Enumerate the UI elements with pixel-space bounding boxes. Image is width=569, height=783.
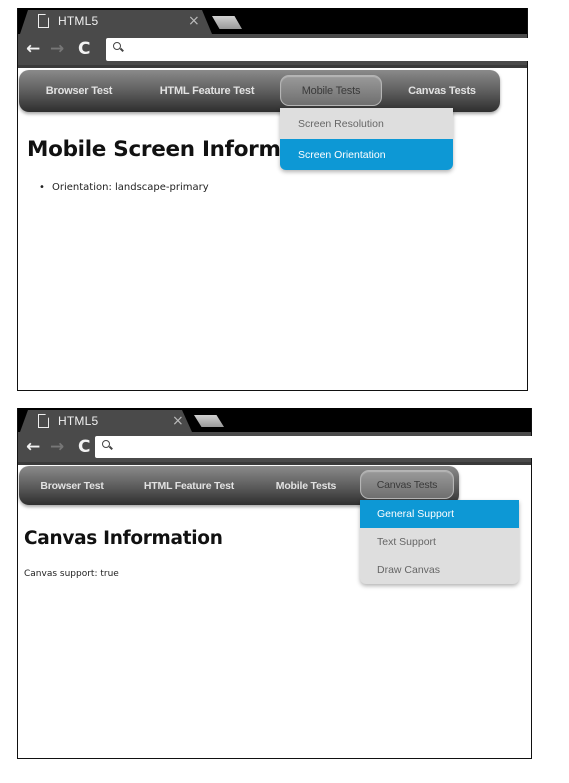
page-content: Browser Test HTML Feature Test Mobile Te… — [18, 465, 531, 758]
page-icon — [38, 14, 49, 28]
list-item: Orientation: landscape-primary — [39, 182, 209, 193]
forward-arrow-icon[interactable]: → — [50, 438, 64, 456]
tab-close-icon[interactable]: × — [172, 413, 184, 429]
nav-mobile-tests[interactable]: Mobile Tests — [261, 466, 351, 505]
tab-title: HTML5 — [58, 14, 99, 28]
browser-toolbar: ← → C — [18, 432, 532, 465]
dropdown-item-screen-resolution[interactable]: Screen Resolution — [280, 108, 453, 139]
browser-window-canvas-tests: HTML5 × ← → C Browser Test HTML Feature … — [17, 408, 532, 759]
site-navbar: Browser Test HTML Feature Test Mobile Te… — [19, 70, 500, 112]
back-arrow-icon[interactable]: ← — [26, 438, 40, 456]
browser-tab[interactable]: HTML5 × — [20, 410, 192, 432]
new-tab-button[interactable] — [194, 415, 224, 427]
canvas-support-text: Canvas support: true — [24, 569, 119, 579]
forward-arrow-icon[interactable]: → — [50, 40, 64, 58]
nav-html-feature-test[interactable]: HTML Feature Test — [147, 70, 267, 112]
tab-title: HTML5 — [58, 414, 99, 428]
browser-window-mobile-tests: HTML5 × ← → C Browser Test HTML Feature … — [17, 8, 528, 391]
address-bar[interactable] — [95, 436, 532, 458]
page-content: Browser Test HTML Feature Test Mobile Te… — [18, 68, 527, 390]
info-list: Orientation: landscape-primary — [39, 182, 209, 193]
browser-tab[interactable]: HTML5 × — [20, 10, 212, 34]
canvas-tests-dropdown: General Support Text Support Draw Canvas — [360, 500, 519, 584]
back-arrow-icon[interactable]: ← — [26, 40, 40, 58]
nav-html-feature-test[interactable]: HTML Feature Test — [134, 466, 244, 505]
dropdown-item-screen-orientation[interactable]: Screen Orientation — [280, 139, 453, 170]
mobile-tests-dropdown: Screen Resolution Screen Orientation — [280, 108, 453, 170]
nav-canvas-tests[interactable]: Canvas Tests — [394, 70, 490, 112]
page-icon — [38, 414, 49, 428]
dropdown-item-draw-canvas[interactable]: Draw Canvas — [360, 556, 519, 584]
nav-browser-test[interactable]: Browser Test — [27, 466, 117, 505]
tab-strip: HTML5 × — [18, 8, 527, 34]
dropdown-item-text-support[interactable]: Text Support — [360, 528, 519, 556]
address-bar[interactable] — [106, 38, 528, 61]
nav-canvas-tests[interactable]: Canvas Tests — [360, 470, 454, 499]
browser-toolbar: ← → C — [18, 34, 528, 68]
dropdown-item-general-support[interactable]: General Support — [360, 500, 519, 528]
new-tab-button[interactable] — [212, 16, 242, 29]
tab-close-icon[interactable]: × — [188, 13, 200, 29]
nav-browser-test[interactable]: Browser Test — [29, 70, 129, 112]
tab-strip: HTML5 × — [18, 408, 531, 432]
reload-icon[interactable]: C — [78, 438, 90, 456]
page-heading: Canvas Information — [24, 528, 223, 549]
search-icon — [102, 440, 110, 448]
nav-mobile-tests[interactable]: Mobile Tests — [280, 75, 382, 106]
search-icon — [113, 42, 121, 50]
reload-icon[interactable]: C — [78, 40, 90, 58]
